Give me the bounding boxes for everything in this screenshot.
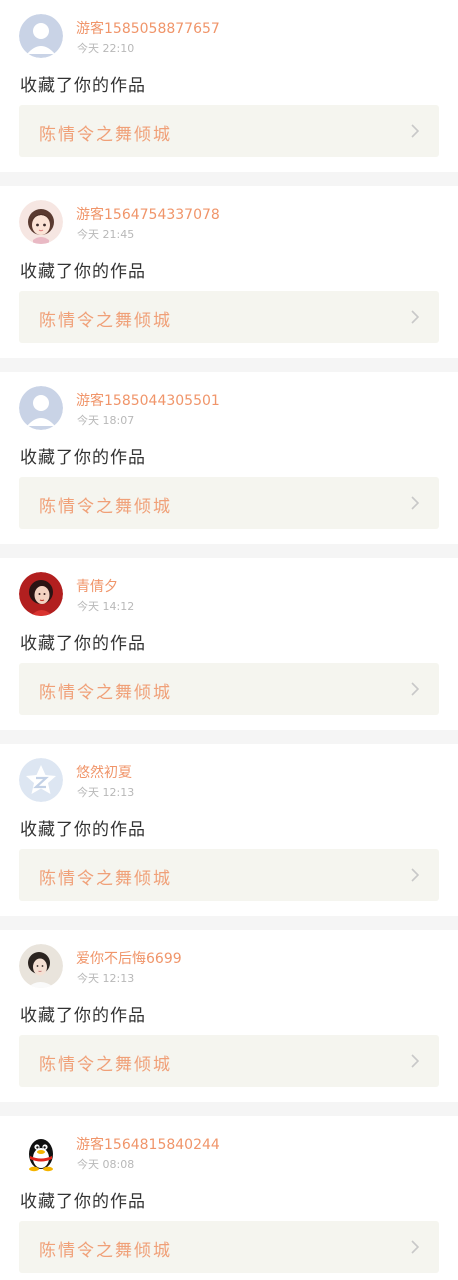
- work-link[interactable]: 陈情令之舞倾城: [19, 1221, 439, 1273]
- username[interactable]: 游客1564815840244: [76, 1134, 220, 1154]
- work-link[interactable]: 陈情令之舞倾城: [19, 291, 439, 343]
- photo-avatar-red[interactable]: [19, 572, 63, 616]
- timestamp: 今天 08:08: [77, 1158, 135, 1171]
- notification-card: 游客1585058877657 今天 22:10 收藏了你的作品 陈情令之舞倾城: [0, 0, 458, 172]
- work-title: 陈情令之舞倾城: [39, 1055, 172, 1075]
- notification-card: 爱你不后悔6699 今天 12:13 收藏了你的作品 陈情令之舞倾城: [0, 930, 458, 1102]
- default-avatar[interactable]: [19, 14, 63, 58]
- username[interactable]: 游客1564754337078: [76, 204, 220, 224]
- notification-feed: 游客1585058877657 今天 22:10 收藏了你的作品 陈情令之舞倾城…: [0, 0, 458, 1280]
- chevron-right-icon: [410, 1240, 420, 1254]
- divider: [0, 544, 458, 558]
- action-text: 收藏了你的作品: [20, 76, 146, 96]
- qq-penguin-avatar[interactable]: [19, 1130, 63, 1174]
- action-text: 收藏了你的作品: [20, 1006, 146, 1026]
- divider: [0, 172, 458, 186]
- work-title: 陈情令之舞倾城: [39, 683, 172, 703]
- chevron-right-icon: [410, 682, 420, 696]
- notification-card: 游客1564815840244 今天 08:08 收藏了你的作品 陈情令之舞倾城: [0, 1116, 458, 1280]
- timestamp: 今天 22:10: [77, 42, 135, 55]
- default-avatar[interactable]: [19, 386, 63, 430]
- chevron-right-icon: [410, 496, 420, 510]
- divider: [0, 730, 458, 744]
- chevron-right-icon: [410, 1054, 420, 1068]
- notification-card: 悠然初夏 今天 12:13 收藏了你的作品 陈情令之舞倾城: [0, 744, 458, 916]
- divider: [0, 358, 458, 372]
- work-link[interactable]: 陈情令之舞倾城: [19, 477, 439, 529]
- timestamp: 今天 12:13: [77, 786, 135, 799]
- notification-card: 游客1564754337078 今天 21:45 收藏了你的作品 陈情令之舞倾城: [0, 186, 458, 358]
- divider: [0, 916, 458, 930]
- star-avatar[interactable]: [19, 758, 63, 802]
- username[interactable]: 爱你不后悔6699: [76, 948, 182, 968]
- action-text: 收藏了你的作品: [20, 1192, 146, 1212]
- work-title: 陈情令之舞倾城: [39, 125, 172, 145]
- username[interactable]: 悠然初夏: [76, 762, 132, 782]
- action-text: 收藏了你的作品: [20, 262, 146, 282]
- notification-card: 青倩夕 今天 14:12 收藏了你的作品 陈情令之舞倾城: [0, 558, 458, 730]
- chevron-right-icon: [410, 868, 420, 882]
- timestamp: 今天 12:13: [77, 972, 135, 985]
- work-title: 陈情令之舞倾城: [39, 869, 172, 889]
- work-link[interactable]: 陈情令之舞倾城: [19, 1035, 439, 1087]
- timestamp: 今天 21:45: [77, 228, 135, 241]
- anime-girl-avatar[interactable]: [19, 200, 63, 244]
- divider: [0, 1102, 458, 1116]
- chevron-right-icon: [410, 310, 420, 324]
- work-title: 陈情令之舞倾城: [39, 1241, 172, 1261]
- work-link[interactable]: 陈情令之舞倾城: [19, 849, 439, 901]
- action-text: 收藏了你的作品: [20, 634, 146, 654]
- username[interactable]: 游客1585058877657: [76, 18, 220, 38]
- action-text: 收藏了你的作品: [20, 820, 146, 840]
- username[interactable]: 青倩夕: [76, 576, 118, 596]
- photo-avatar-girl[interactable]: [19, 944, 63, 988]
- chevron-right-icon: [410, 124, 420, 138]
- timestamp: 今天 18:07: [77, 414, 135, 427]
- work-title: 陈情令之舞倾城: [39, 497, 172, 517]
- work-link[interactable]: 陈情令之舞倾城: [19, 105, 439, 157]
- timestamp: 今天 14:12: [77, 600, 135, 613]
- username[interactable]: 游客1585044305501: [76, 390, 220, 410]
- notification-card: 游客1585044305501 今天 18:07 收藏了你的作品 陈情令之舞倾城: [0, 372, 458, 544]
- work-link[interactable]: 陈情令之舞倾城: [19, 663, 439, 715]
- action-text: 收藏了你的作品: [20, 448, 146, 468]
- work-title: 陈情令之舞倾城: [39, 311, 172, 331]
